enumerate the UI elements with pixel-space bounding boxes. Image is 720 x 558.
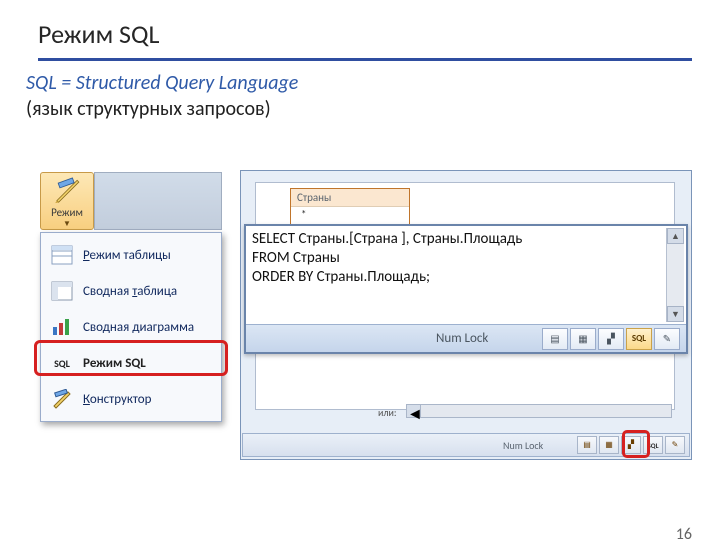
table-icon <box>49 244 75 266</box>
highlight-sql-small <box>622 430 650 458</box>
view-design-icon[interactable]: ✎ <box>665 436 685 454</box>
table-header: Страны <box>291 189 409 207</box>
view-sql-button[interactable]: SQL <box>626 328 652 350</box>
dropdown-item-label: Сводная таблица <box>83 284 177 299</box>
pivot-table-icon <box>49 280 75 302</box>
vertical-scrollbar[interactable]: ▲ ▼ <box>666 228 684 322</box>
chevron-down-icon: ▼ <box>63 219 71 229</box>
view-buttons: ▤ ▦ ▞ SQL ✎ <box>540 328 680 350</box>
view-datasheet-icon[interactable]: ▤ <box>542 328 568 350</box>
table-row: * <box>291 207 409 222</box>
design-icon <box>49 388 75 410</box>
sql-text-area[interactable]: SELECT Страны.[Страна ], Страны.Площадь … <box>252 230 664 322</box>
view-datasheet-icon[interactable]: ▤ <box>577 436 597 454</box>
scroll-track[interactable] <box>421 405 671 417</box>
view-chart-icon[interactable]: ▞ <box>598 328 624 350</box>
dropdown-item-pivot-table[interactable]: Сводная таблица <box>41 273 221 309</box>
dropdown-item-label: Режим таблицы <box>83 248 171 263</box>
sql-status-bar: Num Lock ▤ ▦ ▞ SQL ✎ <box>246 324 686 352</box>
view-design-icon[interactable]: ✎ <box>654 328 680 350</box>
highlight-sql-dropdown <box>34 340 228 376</box>
scroll-up-icon[interactable]: ▲ <box>667 228 684 244</box>
sql-line: SELECT Страны.[Страна ], Страны.Площадь <box>252 230 522 248</box>
numlock-indicator: Num Lock <box>436 331 488 346</box>
scroll-down-icon[interactable]: ▼ <box>667 306 684 322</box>
horizontal-scrollbar[interactable]: ◄ <box>406 404 672 418</box>
scroll-left-icon[interactable]: ◄ <box>407 405 421 417</box>
view-pivot-icon[interactable]: ▦ <box>570 328 596 350</box>
dropdown-item-datasheet[interactable]: Режим таблицы <box>41 237 221 273</box>
mode-button-label: Режим <box>51 206 83 219</box>
sql-line: ORDER BY Страны.Площадь; <box>252 268 430 286</box>
dropdown-item-design[interactable]: Конструктор <box>41 381 221 417</box>
ribbon-background <box>94 172 222 230</box>
sql-line: FROM Страны <box>252 249 340 267</box>
dropdown-item-label: Сводная диаграмма <box>83 320 194 335</box>
view-mode-dropdown: Режим таблицы Сводная таблица Сводная ди… <box>40 232 222 422</box>
pivot-chart-icon <box>49 316 75 338</box>
subtitle-sub: (язык структурных запросов) <box>26 97 720 121</box>
design-ruler-icon <box>52 177 82 204</box>
slide-title: Режим SQL <box>38 18 692 61</box>
grid-or-label: или: <box>378 406 397 419</box>
page-number: 16 <box>676 525 692 544</box>
subtitle-main: SQL = Structured Query Language <box>26 71 720 95</box>
view-pivot-icon[interactable]: ▦ <box>599 436 619 454</box>
mode-ribbon-button[interactable]: Режим ▼ <box>40 172 94 230</box>
sql-editor-window: SELECT Страны.[Страна ], Страны.Площадь … <box>244 224 688 354</box>
numlock-indicator: Num Lock <box>503 439 543 452</box>
dropdown-item-label: Конструктор <box>83 392 151 407</box>
